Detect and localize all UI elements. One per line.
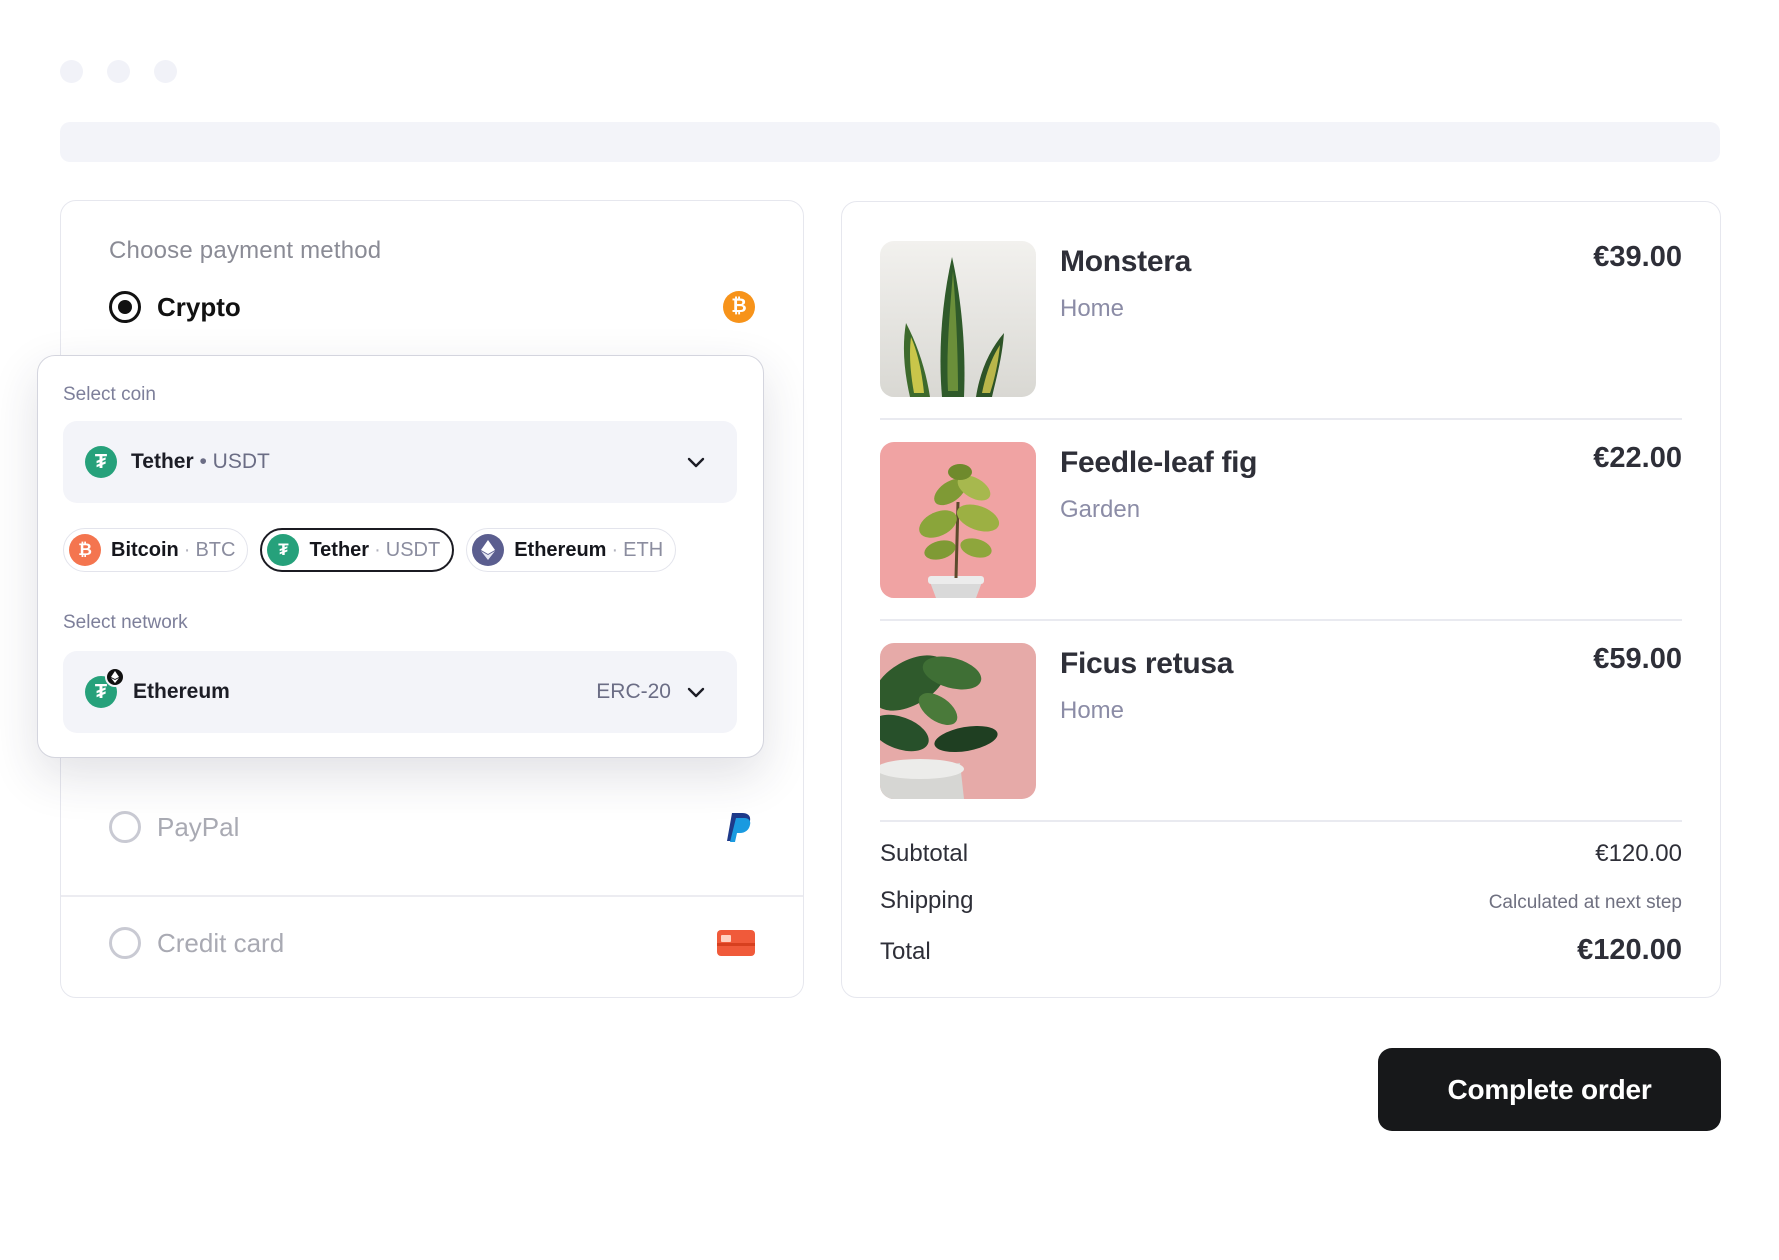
window-controls <box>60 60 177 83</box>
payment-divider <box>61 895 803 897</box>
product-price: €22.00 <box>1593 442 1682 474</box>
summary-divider <box>880 820 1682 822</box>
shipping-label: Shipping <box>880 887 974 914</box>
cart-item: Feedle-leaf fig Garden €22.00 <box>880 442 1682 598</box>
coin-chip-ethereum[interactable]: Ethereum · ETH <box>466 528 677 572</box>
product-category: Garden <box>1060 496 1141 523</box>
chip-symbol: BTC <box>195 538 236 561</box>
ethereum-badge-icon <box>105 667 125 687</box>
selected-network-code: ERC-20 <box>596 680 671 703</box>
product-image-monstera <box>880 241 1036 397</box>
subtotal-label: Subtotal <box>880 840 969 867</box>
product-image-fig <box>880 442 1036 598</box>
product-price: €59.00 <box>1593 643 1682 675</box>
payment-option-crypto[interactable]: Crypto ₿ <box>109 291 755 323</box>
bitcoin-icon: ₿ <box>723 291 755 323</box>
product-category: Home <box>1060 295 1125 322</box>
complete-order-button[interactable]: Complete order <box>1378 1048 1721 1131</box>
chip-name: Tether <box>309 538 370 561</box>
paypal-icon <box>727 813 751 842</box>
selected-coin-symbol: USDT <box>212 450 270 473</box>
item-divider <box>880 418 1682 420</box>
credit-card-icon <box>717 930 755 956</box>
ethereum-icon <box>472 534 505 566</box>
payment-option-credit-card[interactable]: Credit card <box>109 927 755 959</box>
item-divider <box>880 619 1682 621</box>
chevron-down-icon[interactable] <box>685 681 707 703</box>
select-network-label: Select network <box>63 612 188 633</box>
selected-network-name: Ethereum <box>133 680 230 703</box>
chip-symbol: USDT <box>385 538 441 561</box>
bitcoin-icon: ₿ <box>69 534 101 566</box>
product-name: Monstera <box>1060 245 1191 278</box>
address-bar[interactable] <box>60 122 1720 162</box>
order-summary-card: Monstera Home €39.00 Feedle-leaf fig Gar… <box>841 201 1721 998</box>
window-close-dot[interactable] <box>60 60 83 83</box>
tether-icon: ₮ <box>85 446 117 478</box>
credit-card-radio[interactable] <box>109 927 141 959</box>
product-price: €39.00 <box>1593 241 1682 273</box>
window-minimize-dot[interactable] <box>107 60 130 83</box>
total-value: €120.00 <box>1577 934 1682 966</box>
selected-coin-separator: • <box>199 450 207 473</box>
window-maximize-dot[interactable] <box>154 60 177 83</box>
paypal-label: PayPal <box>157 811 240 842</box>
crypto-options-panel: Select coin ₮ Tether • USDT ₿ Bitcoin · … <box>37 355 764 758</box>
credit-card-label: Credit card <box>157 927 285 958</box>
chip-name: Ethereum <box>514 538 607 561</box>
chip-name: Bitcoin <box>111 538 179 561</box>
shipping-row: Shipping Calculated at next step <box>880 887 1682 915</box>
product-category: Home <box>1060 697 1125 724</box>
coin-select-value: Tether • USDT <box>131 450 270 474</box>
subtotal-row: Subtotal €120.00 <box>880 840 1682 868</box>
coin-chips: ₿ Bitcoin · BTC ₮ Tether · USDT Ethereum… <box>63 528 677 572</box>
chip-symbol: ETH <box>623 538 664 561</box>
product-name: Feedle-leaf fig <box>1060 446 1258 479</box>
cart-item: Ficus retusa Home €59.00 <box>880 643 1682 799</box>
total-row: Total €120.00 <box>880 934 1682 967</box>
shipping-value: Calculated at next step <box>1488 892 1682 913</box>
tether-icon: ₮ <box>267 534 300 566</box>
select-coin-label: Select coin <box>63 384 156 405</box>
checkout-window: Choose payment method Crypto ₿ PayPal Cr… <box>0 0 1779 1260</box>
total-label: Total <box>880 938 931 965</box>
coin-select[interactable]: ₮ Tether • USDT <box>63 421 737 503</box>
selected-coin-name: Tether <box>131 450 194 473</box>
cart-item: Monstera Home €39.00 <box>880 241 1682 397</box>
crypto-radio[interactable] <box>109 291 141 323</box>
coin-chip-bitcoin[interactable]: ₿ Bitcoin · BTC <box>63 528 249 572</box>
product-image-ficus <box>880 643 1036 799</box>
coin-chip-tether[interactable]: ₮ Tether · USDT <box>260 528 455 572</box>
subtotal-value: €120.00 <box>1595 840 1682 867</box>
tether-network-icon: ₮ <box>85 667 125 708</box>
crypto-label: Crypto <box>157 291 241 322</box>
paypal-radio[interactable] <box>109 811 141 843</box>
payment-option-paypal[interactable]: PayPal <box>109 811 755 843</box>
network-select[interactable]: ₮ Ethereum ERC-20 <box>63 651 737 733</box>
payment-title: Choose payment method <box>109 237 382 264</box>
product-name: Ficus retusa <box>1060 647 1234 680</box>
chevron-down-icon[interactable] <box>685 451 707 473</box>
